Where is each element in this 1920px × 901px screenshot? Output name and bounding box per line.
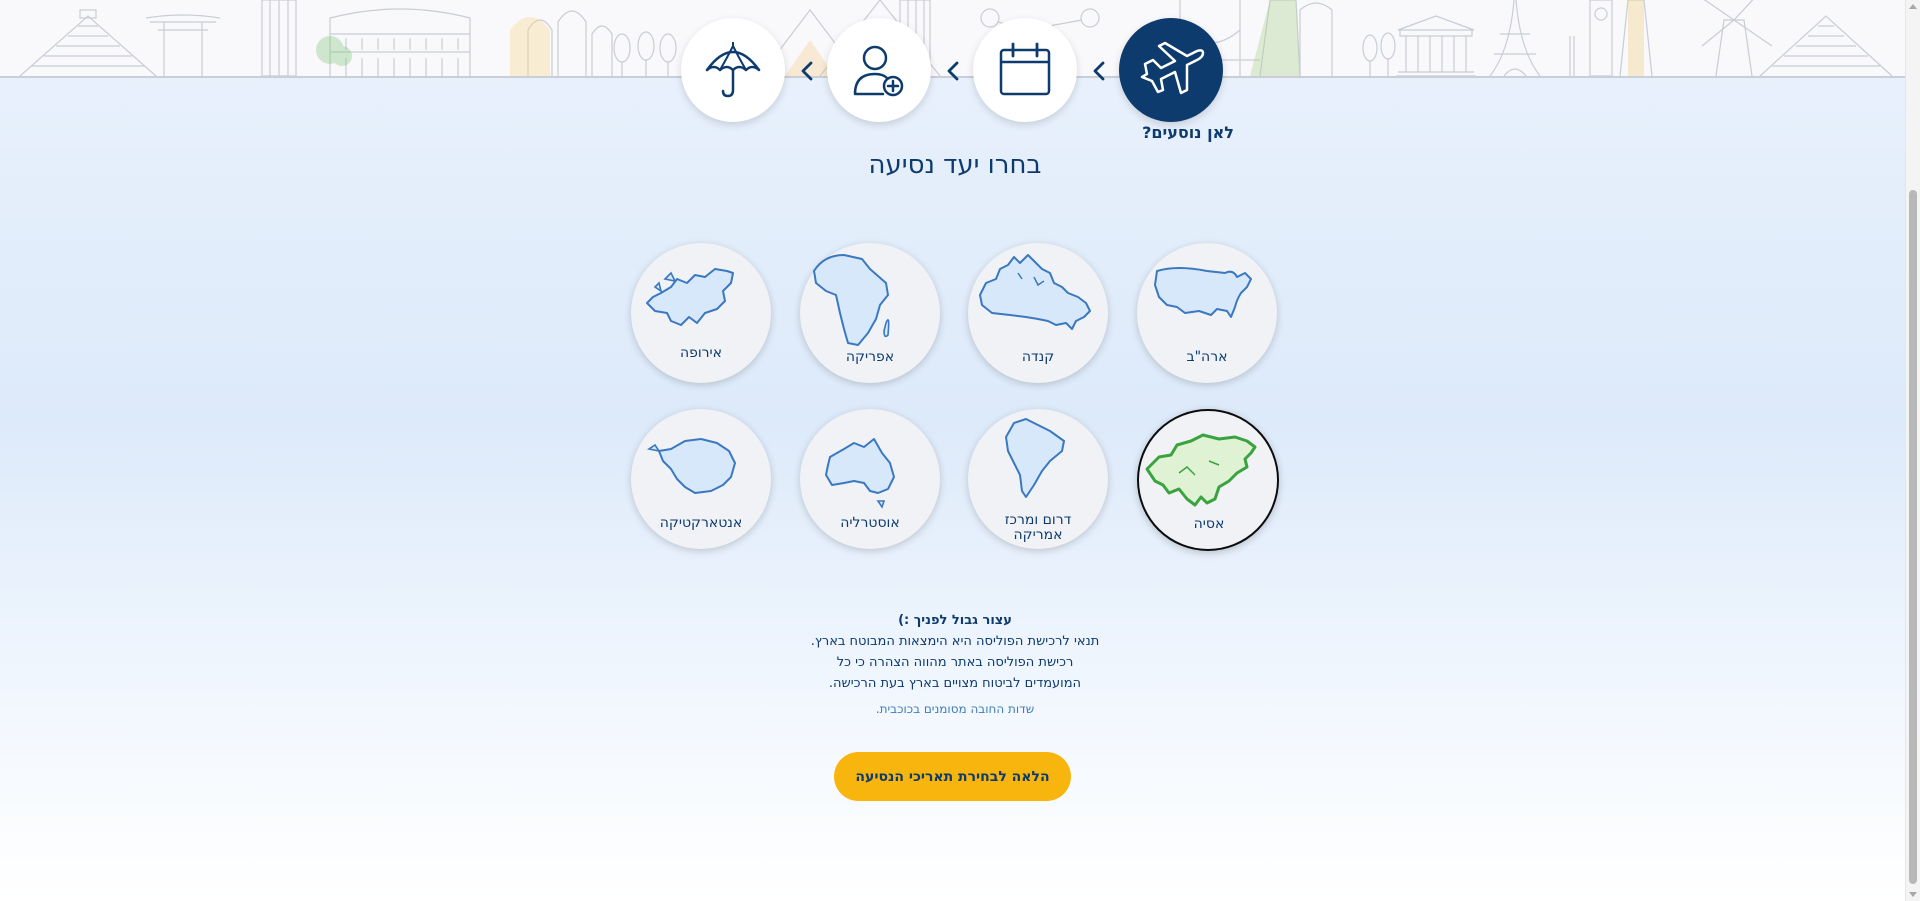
active-step-label: לאן נוסעים? bbox=[1142, 123, 1234, 142]
info-title: עצור גבול לפניך :) bbox=[898, 613, 1012, 628]
info-line: המועמדים לביטוח מצויים בארץ בעת הרכישה. bbox=[828, 676, 1082, 691]
destination-asia[interactable]: אסיה bbox=[1137, 409, 1279, 551]
destination-label: אנטארקטיקה bbox=[659, 515, 743, 531]
destination-label: אוסטרליה bbox=[840, 515, 900, 531]
europe-map-icon bbox=[646, 268, 734, 326]
chevron-left-icon bbox=[801, 61, 813, 81]
destination-antarctica[interactable]: אנטארקטיקה bbox=[631, 409, 771, 549]
next-dates-button[interactable]: הלאה לבחירת תאריכי הנסיעה bbox=[834, 752, 1071, 801]
destination-usa[interactable]: ארה"ב bbox=[1137, 243, 1277, 383]
airplane-icon bbox=[1140, 41, 1205, 95]
destination-south-america[interactable]: דרום ומרכז אמריקה bbox=[968, 409, 1108, 549]
destination-label: אפריקה bbox=[845, 349, 895, 365]
destination-label-line1: דרום ומרכז bbox=[1004, 512, 1072, 528]
info-line: תנאי לרכישת הפוליסה היא הימצאות המבוטח ב… bbox=[810, 634, 1100, 649]
destination-australia[interactable]: אוסטרליה bbox=[800, 409, 940, 549]
scrollbar-thumb[interactable] bbox=[1909, 190, 1917, 884]
destination-label-line2: אמריקה bbox=[1013, 527, 1063, 543]
info-block: עצור גבול לפניך :) תנאי לרכישת הפוליסה ה… bbox=[740, 610, 1170, 694]
umbrella-icon bbox=[705, 42, 761, 98]
destination-label: דרום ומרכז אמריקה bbox=[978, 513, 1098, 543]
step-dates[interactable] bbox=[973, 18, 1077, 122]
chevron-left-icon bbox=[947, 61, 959, 81]
add-user-icon bbox=[853, 45, 904, 97]
destination-label: אירופה bbox=[679, 345, 723, 361]
scroll-up-icon[interactable] bbox=[1909, 4, 1917, 9]
step-insurance[interactable] bbox=[681, 18, 785, 122]
destination-africa[interactable]: אפריקה bbox=[800, 243, 940, 383]
scrollbar[interactable] bbox=[1905, 0, 1920, 901]
info-line: רכישת הפוליסה באתר מהווה הצהרה כי כל bbox=[836, 655, 1074, 670]
destination-label: קנדה bbox=[1021, 349, 1055, 365]
scroll-down-icon[interactable] bbox=[1909, 892, 1917, 897]
step-travelers[interactable] bbox=[827, 18, 931, 122]
destination-label: אסיה bbox=[1193, 516, 1225, 532]
page-title: בחרו יעד נסיעה bbox=[868, 150, 1042, 180]
required-fields-note: שדות החובה מסומנים בכוכבית. bbox=[875, 702, 1035, 716]
chevron-left-icon bbox=[1093, 61, 1105, 81]
destination-label: ארה"ב bbox=[1186, 349, 1228, 365]
destination-canada[interactable]: קנדה bbox=[968, 243, 1108, 383]
calendar-icon bbox=[999, 42, 1051, 96]
destination-europe[interactable]: אירופה bbox=[631, 243, 771, 383]
step-destination[interactable] bbox=[1119, 18, 1223, 122]
